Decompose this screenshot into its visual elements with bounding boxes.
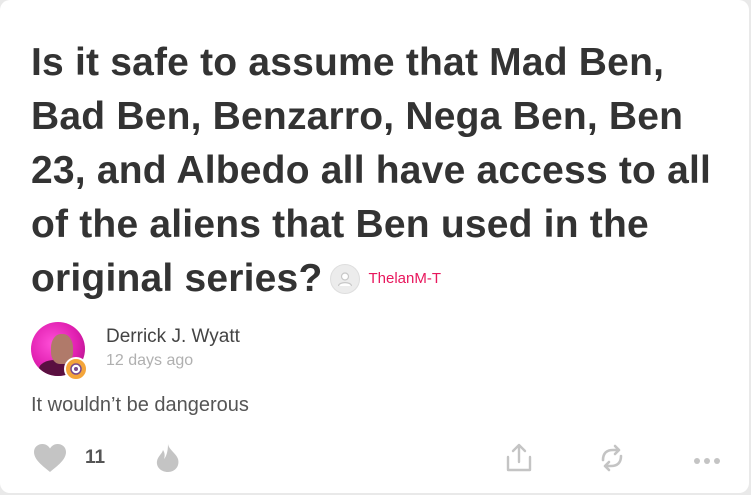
asker-name[interactable]: ThelanM-T: [368, 252, 441, 306]
more-icon[interactable]: [693, 453, 721, 471]
asker[interactable]: ThelanM-T: [330, 252, 441, 306]
share-icon[interactable]: [505, 443, 533, 478]
question-title[interactable]: Is it safe to assume that Mad Ben, Bad B…: [31, 36, 731, 308]
asker-avatar: [330, 263, 361, 294]
answer-card: Is it safe to assume that Mad Ben, Bad B…: [0, 0, 749, 493]
answer-text: It wouldn’t be dangerous: [31, 394, 249, 416]
flame-icon[interactable]: [154, 443, 182, 478]
like-count: 11: [85, 447, 106, 468]
author-name[interactable]: Derrick J. Wyatt: [106, 326, 240, 348]
heart-icon[interactable]: [33, 443, 67, 478]
repost-icon[interactable]: [597, 443, 627, 478]
badge-icon: [64, 357, 88, 381]
answer-timestamp: 12 days ago: [106, 352, 194, 369]
